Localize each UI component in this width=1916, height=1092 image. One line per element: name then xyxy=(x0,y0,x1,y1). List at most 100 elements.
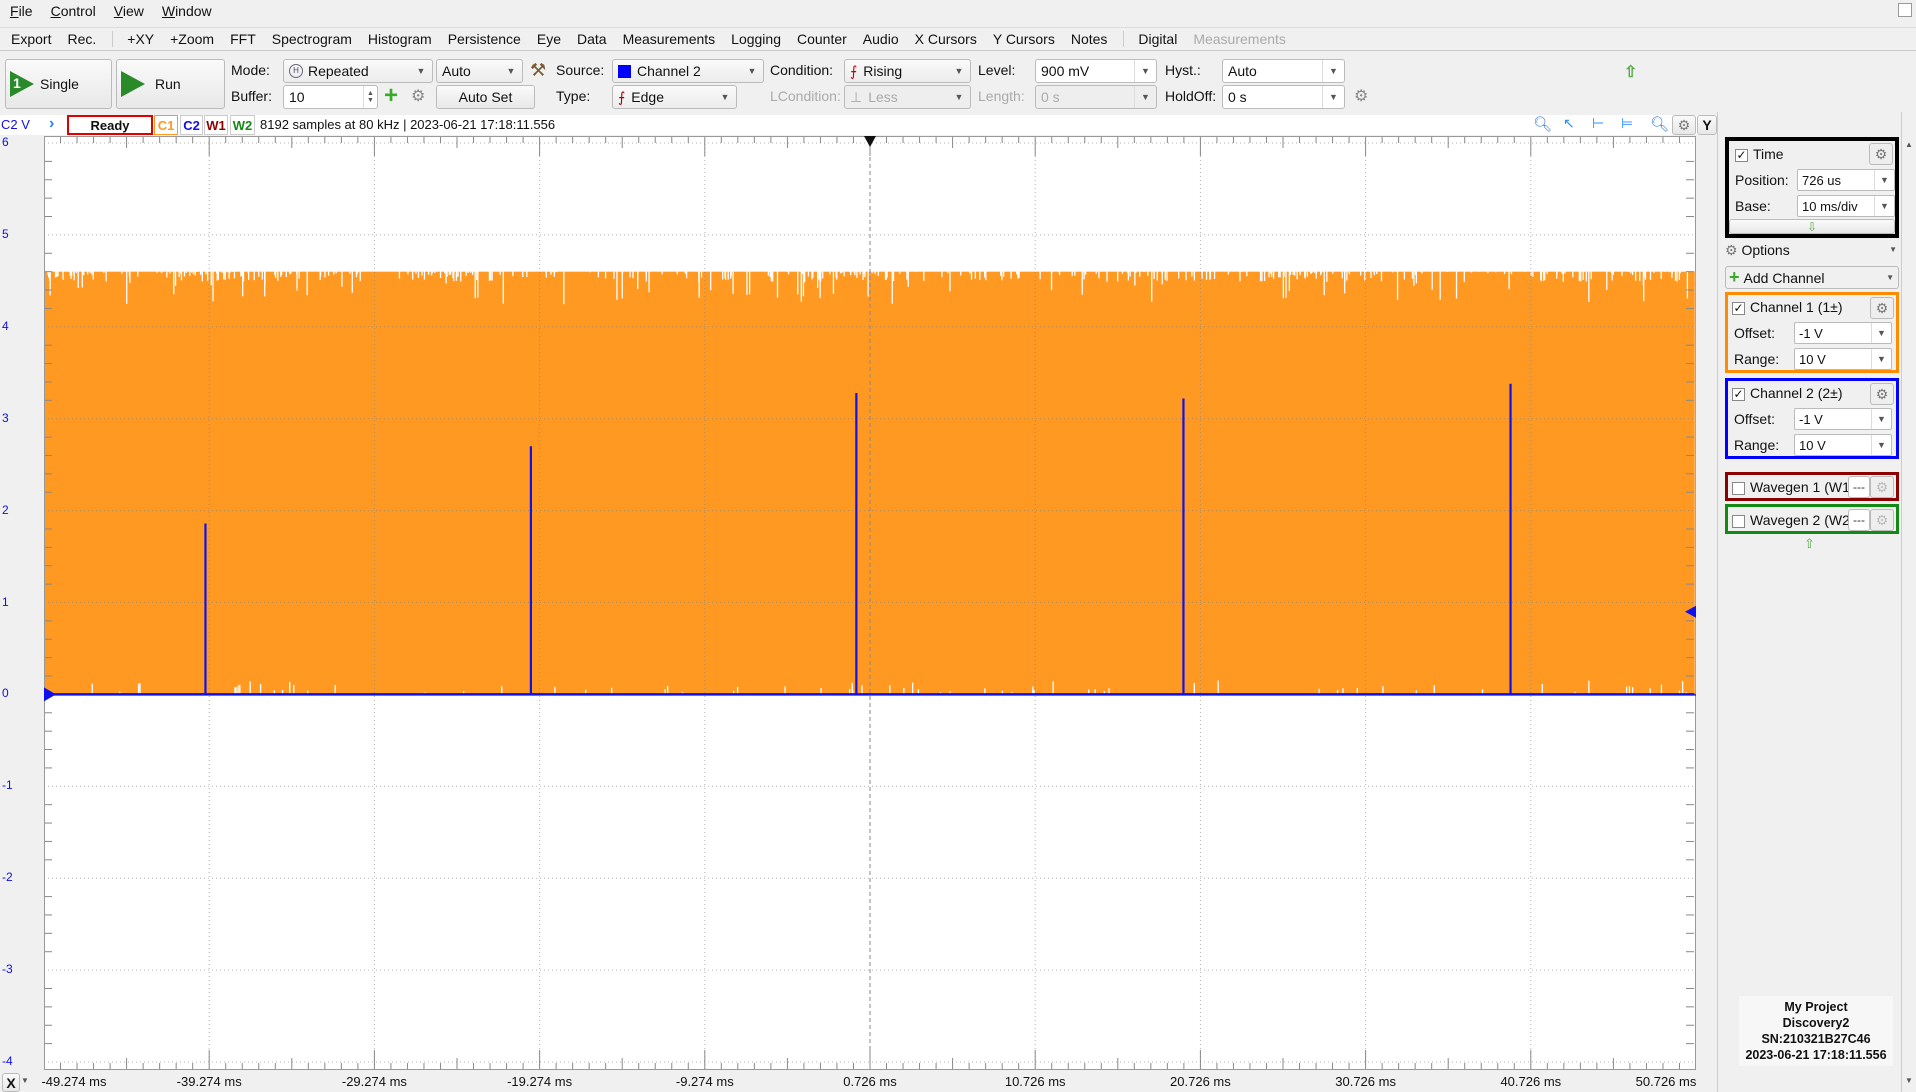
time-settings-gear-icon[interactable]: ⚙ xyxy=(1869,143,1893,165)
source-dropdown[interactable]: Channel 2 ▼ xyxy=(612,59,764,83)
wavegen-2-mode-dropdown[interactable]: --- xyxy=(1848,509,1870,531)
channel-2-group: ✓ Channel 2 (2±) ⚙ Offset: -1 V ▼ Range: 1… xyxy=(1725,378,1899,459)
time-checkbox[interactable]: ✓ xyxy=(1735,148,1748,162)
toolbar-fft[interactable]: FFT xyxy=(230,31,256,47)
chevron-down-icon[interactable]: ▼ xyxy=(1871,349,1891,369)
y-tick-label: 3 xyxy=(2,410,9,425)
wavegen-2-gear-icon[interactable]: ⚙ xyxy=(1870,509,1894,531)
chevron-down-icon[interactable]: ▼ xyxy=(1322,86,1344,108)
condition-dropdown[interactable]: ⨍ Rising ▼ xyxy=(844,59,971,83)
trigger-settings-gear-icon[interactable]: ⚙ xyxy=(1354,86,1368,106)
horizontal-ruler-icon[interactable]: ⊢ xyxy=(1592,115,1604,132)
x-axis-button[interactable]: X xyxy=(2,1073,20,1092)
menu-window[interactable]: Window xyxy=(162,3,212,19)
wavegen-1-gear-icon[interactable]: ⚙ xyxy=(1870,476,1894,498)
toolbar-measurements[interactable]: Measurements xyxy=(623,31,716,47)
toolbar-histogram[interactable]: Histogram xyxy=(368,31,432,47)
toolbar-y-cursors[interactable]: Y Cursors xyxy=(993,31,1055,47)
toolbar-logging[interactable]: Logging xyxy=(731,31,781,47)
options-row[interactable]: ⚙ Options ▼ xyxy=(1725,242,1899,263)
toolbar: Export Rec. +XY +Zoom FFT Spectrogram Histogra… xyxy=(0,27,1916,51)
run-button[interactable]: Run xyxy=(116,59,225,109)
toolbar-persistence[interactable]: Persistence xyxy=(448,31,521,47)
toolbar-rec[interactable]: Rec. xyxy=(67,31,96,47)
level-input[interactable]: 900 mV ▼ xyxy=(1035,59,1157,83)
add-icon[interactable]: + xyxy=(384,82,398,110)
buffer-spinbox[interactable]: 10 ▲ ▼ xyxy=(283,85,378,109)
ch2-offset-input[interactable]: -1 V ▼ xyxy=(1794,408,1892,430)
channel-2-settings-gear-icon[interactable]: ⚙ xyxy=(1870,383,1894,405)
position-input[interactable]: 726 us ▼ xyxy=(1797,169,1895,191)
toolbar-spectrogram[interactable]: Spectrogram xyxy=(272,31,352,47)
add-channel-button[interactable]: + Add Channel ▼ xyxy=(1725,266,1899,289)
toolbar-zoom[interactable]: +Zoom xyxy=(170,31,214,47)
single-button[interactable]: 1 Single xyxy=(5,59,112,109)
plot-canvas[interactable] xyxy=(44,136,1696,1070)
type-dropdown[interactable]: ⨍ Edge ▼ xyxy=(612,85,737,109)
toolbar-data[interactable]: Data xyxy=(577,31,607,47)
wavegen-2-checkbox[interactable] xyxy=(1732,514,1745,528)
panel-scrollbar[interactable]: ▲ ▼ xyxy=(1901,112,1916,1092)
toolbar-counter[interactable]: Counter xyxy=(797,31,847,47)
zoom-fit-icon[interactable]: 🔍︎ xyxy=(1650,115,1669,133)
mode-dropdown[interactable]: H Repeated ▼ xyxy=(283,59,433,83)
chevron-down-icon: ▼ xyxy=(506,66,516,76)
restore-window-button[interactable] xyxy=(1898,3,1912,17)
trigger-mode-dropdown[interactable]: Auto ▼ xyxy=(436,59,523,83)
toolbar-audio[interactable]: Audio xyxy=(863,31,899,47)
spin-arrows-icon[interactable]: ▲ ▼ xyxy=(363,86,377,108)
menu-file[interactable]: File xyxy=(10,3,33,19)
pointer-ruler-icon[interactable]: ↖ xyxy=(1563,115,1575,132)
gear-icon[interactable]: ⚙ xyxy=(411,86,425,106)
base-input[interactable]: 10 ms/div ▼ xyxy=(1797,195,1895,217)
oscilloscope-plot[interactable] xyxy=(44,136,1696,1070)
chevron-right-icon[interactable]: › xyxy=(49,115,54,133)
channel-1-settings-gear-icon[interactable]: ⚙ xyxy=(1870,297,1894,319)
channel-2-checkbox[interactable]: ✓ xyxy=(1732,387,1745,401)
toolbar-export[interactable]: Export xyxy=(11,31,51,47)
chevron-down-icon[interactable]: ▼ xyxy=(1871,409,1891,429)
collapse-up-arrow-icon[interactable]: ⇧ xyxy=(1804,536,1815,552)
toolbar-eye[interactable]: Eye xyxy=(537,31,561,47)
x-tick-label: 0.726 ms xyxy=(843,1074,897,1089)
channel-1-toggle[interactable]: C1 xyxy=(154,115,178,135)
collapse-up-arrow-icon[interactable]: ⇧ xyxy=(1624,62,1637,82)
hammer-icon[interactable]: ⚒ xyxy=(530,60,546,81)
toolbar-xy[interactable]: +XY xyxy=(127,31,154,47)
single-label: Single xyxy=(40,76,79,92)
chevron-down-icon[interactable]: ▼ xyxy=(1874,170,1894,190)
scroll-up-icon[interactable]: ▲ xyxy=(1905,140,1913,149)
chevron-down-icon[interactable]: ▼ xyxy=(1874,196,1894,216)
toolbar-x-cursors[interactable]: X Cursors xyxy=(915,31,977,47)
channel-2-toggle[interactable]: C2 xyxy=(180,115,203,135)
toolbar-notes[interactable]: Notes xyxy=(1071,31,1108,47)
plot-settings-gear-button[interactable]: ⚙ xyxy=(1672,115,1696,135)
chevron-down-icon[interactable]: ▼ xyxy=(1322,60,1344,82)
holdoff-input[interactable]: 0 s ▼ xyxy=(1222,85,1345,109)
wavegen-1-toggle[interactable]: W1 xyxy=(204,115,228,135)
ch2-range-input[interactable]: 10 V ▼ xyxy=(1794,434,1892,456)
toolbar-digital[interactable]: Digital xyxy=(1138,31,1177,47)
wavegen-2-toggle[interactable]: W2 xyxy=(230,115,255,135)
ch1-offset-input[interactable]: -1 V ▼ xyxy=(1794,322,1892,344)
y-axis-button[interactable]: Y xyxy=(1697,115,1717,135)
time-expand-button[interactable]: ⇩ xyxy=(1729,219,1895,234)
chevron-down-icon: ▼ xyxy=(747,66,757,76)
menu-view[interactable]: View xyxy=(114,3,144,19)
wavegen-1-checkbox[interactable] xyxy=(1732,481,1745,495)
auto-set-button[interactable]: Auto Set xyxy=(436,85,535,109)
channel-1-checkbox[interactable]: ✓ xyxy=(1732,301,1745,315)
x-axis-dropdown-icon[interactable]: ▼ xyxy=(21,1076,29,1085)
rising-edge-icon: ⨍ xyxy=(850,62,858,79)
dual-ruler-icon[interactable]: ⊨ xyxy=(1621,115,1633,132)
zoom-reset-icon[interactable]: 🔍︎ xyxy=(1533,115,1552,133)
menu-control[interactable]: Control xyxy=(51,3,96,19)
hysteresis-input[interactable]: Auto ▼ xyxy=(1222,59,1345,83)
chevron-down-icon[interactable]: ▼ xyxy=(1871,435,1891,455)
scroll-down-icon[interactable]: ▼ xyxy=(1905,1076,1913,1085)
ch1-range-input[interactable]: 10 V ▼ xyxy=(1794,348,1892,370)
wavegen-1-mode-dropdown[interactable]: --- xyxy=(1848,476,1870,498)
chevron-down-icon[interactable]: ▼ xyxy=(1134,60,1156,82)
chevron-down-icon[interactable]: ▼ xyxy=(1871,323,1891,343)
position-value: 726 us xyxy=(1802,172,1842,188)
